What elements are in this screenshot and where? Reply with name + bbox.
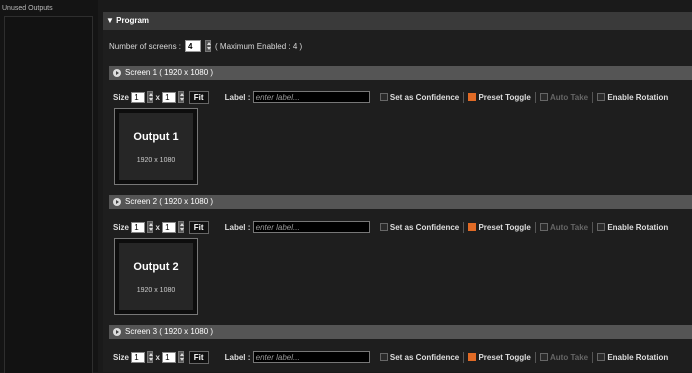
output-1-resolution: 1920 x 1080 xyxy=(136,157,176,164)
size-x-label: x xyxy=(155,352,160,362)
unused-outputs-title: Unused Outputs xyxy=(2,5,53,12)
auto-take-label: Auto Take xyxy=(550,92,589,102)
screen-3-header[interactable]: Screen 3 ( 1920 x 1080 ) xyxy=(109,325,692,339)
enable-rotation-label: Enable Rotation xyxy=(607,352,669,362)
preset-toggle-label: Preset Toggle xyxy=(478,222,531,232)
fit-button[interactable]: Fit xyxy=(188,90,209,104)
divider xyxy=(592,91,594,103)
size-label: Size xyxy=(113,222,130,232)
label-label: Label : xyxy=(224,92,251,102)
output-2-resolution: 1920 x 1080 xyxy=(136,287,176,294)
number-of-screens-spinner[interactable] xyxy=(205,40,212,52)
collapse-icon[interactable] xyxy=(113,197,121,206)
size-height-input[interactable]: 1 xyxy=(162,91,177,103)
set-confidence-label: Set as Confidence xyxy=(389,222,460,232)
auto-take-label: Auto Take xyxy=(550,222,589,232)
divider xyxy=(534,221,536,233)
set-confidence-checkbox[interactable] xyxy=(379,353,388,361)
number-of-screens-row: Number of screens : 4 ( Maximum Enabled … xyxy=(109,39,302,53)
size-height-spinner[interactable] xyxy=(178,91,185,103)
size-width-spinner[interactable] xyxy=(147,351,154,363)
screen-1-title: Screen 1 ( 1920 x 1080 ) xyxy=(125,68,214,77)
size-width-spinner[interactable] xyxy=(147,221,154,233)
enable-rotation-label: Enable Rotation xyxy=(607,222,669,232)
collapse-icon[interactable] xyxy=(113,68,121,77)
enable-rotation-checkbox[interactable] xyxy=(597,223,606,231)
size-height-spinner[interactable] xyxy=(178,221,185,233)
auto-take-checkbox xyxy=(539,223,548,231)
screen-2-controls: Size 1 x 1 Fit Label : enter label... Se… xyxy=(113,220,668,234)
label-input[interactable]: enter label... xyxy=(252,221,370,233)
label-input[interactable]: enter label... xyxy=(252,91,370,103)
size-height-input[interactable]: 1 xyxy=(162,221,177,233)
number-of-screens-label: Number of screens : xyxy=(109,41,182,51)
preset-toggle-checkbox[interactable] xyxy=(468,93,477,101)
output-tile-inner: Output 1 1920 x 1080 xyxy=(119,113,193,180)
enable-rotation-label: Enable Rotation xyxy=(607,92,669,102)
output-tile-inner: Output 2 1920 x 1080 xyxy=(119,243,193,310)
fit-button[interactable]: Fit xyxy=(188,220,209,234)
label-input[interactable]: enter label... xyxy=(252,351,370,363)
output-1-name: Output 1 xyxy=(133,131,179,143)
unused-outputs-panel: Unused Outputs xyxy=(0,0,98,373)
size-x-label: x xyxy=(155,92,160,102)
output-2-name: Output 2 xyxy=(133,261,179,273)
divider xyxy=(534,351,536,363)
preset-toggle-label: Preset Toggle xyxy=(478,92,531,102)
screen-3-controls: Size 1 x 1 Fit Label : enter label... Se… xyxy=(113,350,668,364)
number-of-screens-input[interactable]: 4 xyxy=(185,40,202,52)
screen-2-title: Screen 2 ( 1920 x 1080 ) xyxy=(125,197,214,206)
divider xyxy=(463,351,465,363)
size-width-input[interactable]: 1 xyxy=(131,351,146,363)
set-confidence-checkbox[interactable] xyxy=(379,93,388,101)
size-width-input[interactable]: 1 xyxy=(131,221,146,233)
label-label: Label : xyxy=(224,222,251,232)
size-width-input[interactable]: 1 xyxy=(131,91,146,103)
size-height-spinner[interactable] xyxy=(178,351,185,363)
enable-rotation-checkbox[interactable] xyxy=(597,93,606,101)
auto-take-checkbox xyxy=(539,353,548,361)
auto-take-checkbox xyxy=(539,93,548,101)
preset-toggle-checkbox[interactable] xyxy=(468,353,477,361)
divider xyxy=(463,91,465,103)
size-width-spinner[interactable] xyxy=(147,91,154,103)
output-1-tile[interactable]: Output 1 1920 x 1080 xyxy=(114,108,198,185)
size-x-label: x xyxy=(155,222,160,232)
size-label: Size xyxy=(113,352,130,362)
divider xyxy=(592,221,594,233)
divider xyxy=(592,351,594,363)
screen-1-header[interactable]: Screen 1 ( 1920 x 1080 ) xyxy=(109,66,692,80)
size-height-input[interactable]: 1 xyxy=(162,351,177,363)
program-header[interactable]: ▼ Program xyxy=(103,12,692,30)
fit-button[interactable]: Fit xyxy=(188,350,209,364)
divider xyxy=(534,91,536,103)
program-panel: ▼ Program Number of screens : 4 ( Maximu… xyxy=(103,12,692,372)
screen-1-controls: Size 1 x 1 Fit Label : enter label... Se… xyxy=(113,90,668,104)
preset-toggle-label: Preset Toggle xyxy=(478,352,531,362)
set-confidence-label: Set as Confidence xyxy=(389,92,460,102)
enable-rotation-checkbox[interactable] xyxy=(597,353,606,361)
screen-2-header[interactable]: Screen 2 ( 1920 x 1080 ) xyxy=(109,195,692,209)
label-label: Label : xyxy=(224,352,251,362)
divider xyxy=(463,221,465,233)
set-confidence-label: Set as Confidence xyxy=(389,352,460,362)
size-label: Size xyxy=(113,92,130,102)
screen-3-title: Screen 3 ( 1920 x 1080 ) xyxy=(125,327,214,336)
set-confidence-checkbox[interactable] xyxy=(379,223,388,231)
preset-toggle-checkbox[interactable] xyxy=(468,223,477,231)
maximum-enabled-text: ( Maximum Enabled : 4 ) xyxy=(215,41,303,51)
unused-outputs-list[interactable] xyxy=(4,16,93,373)
output-2-tile[interactable]: Output 2 1920 x 1080 xyxy=(114,238,198,315)
auto-take-label: Auto Take xyxy=(550,352,589,362)
collapse-icon[interactable] xyxy=(113,327,121,336)
